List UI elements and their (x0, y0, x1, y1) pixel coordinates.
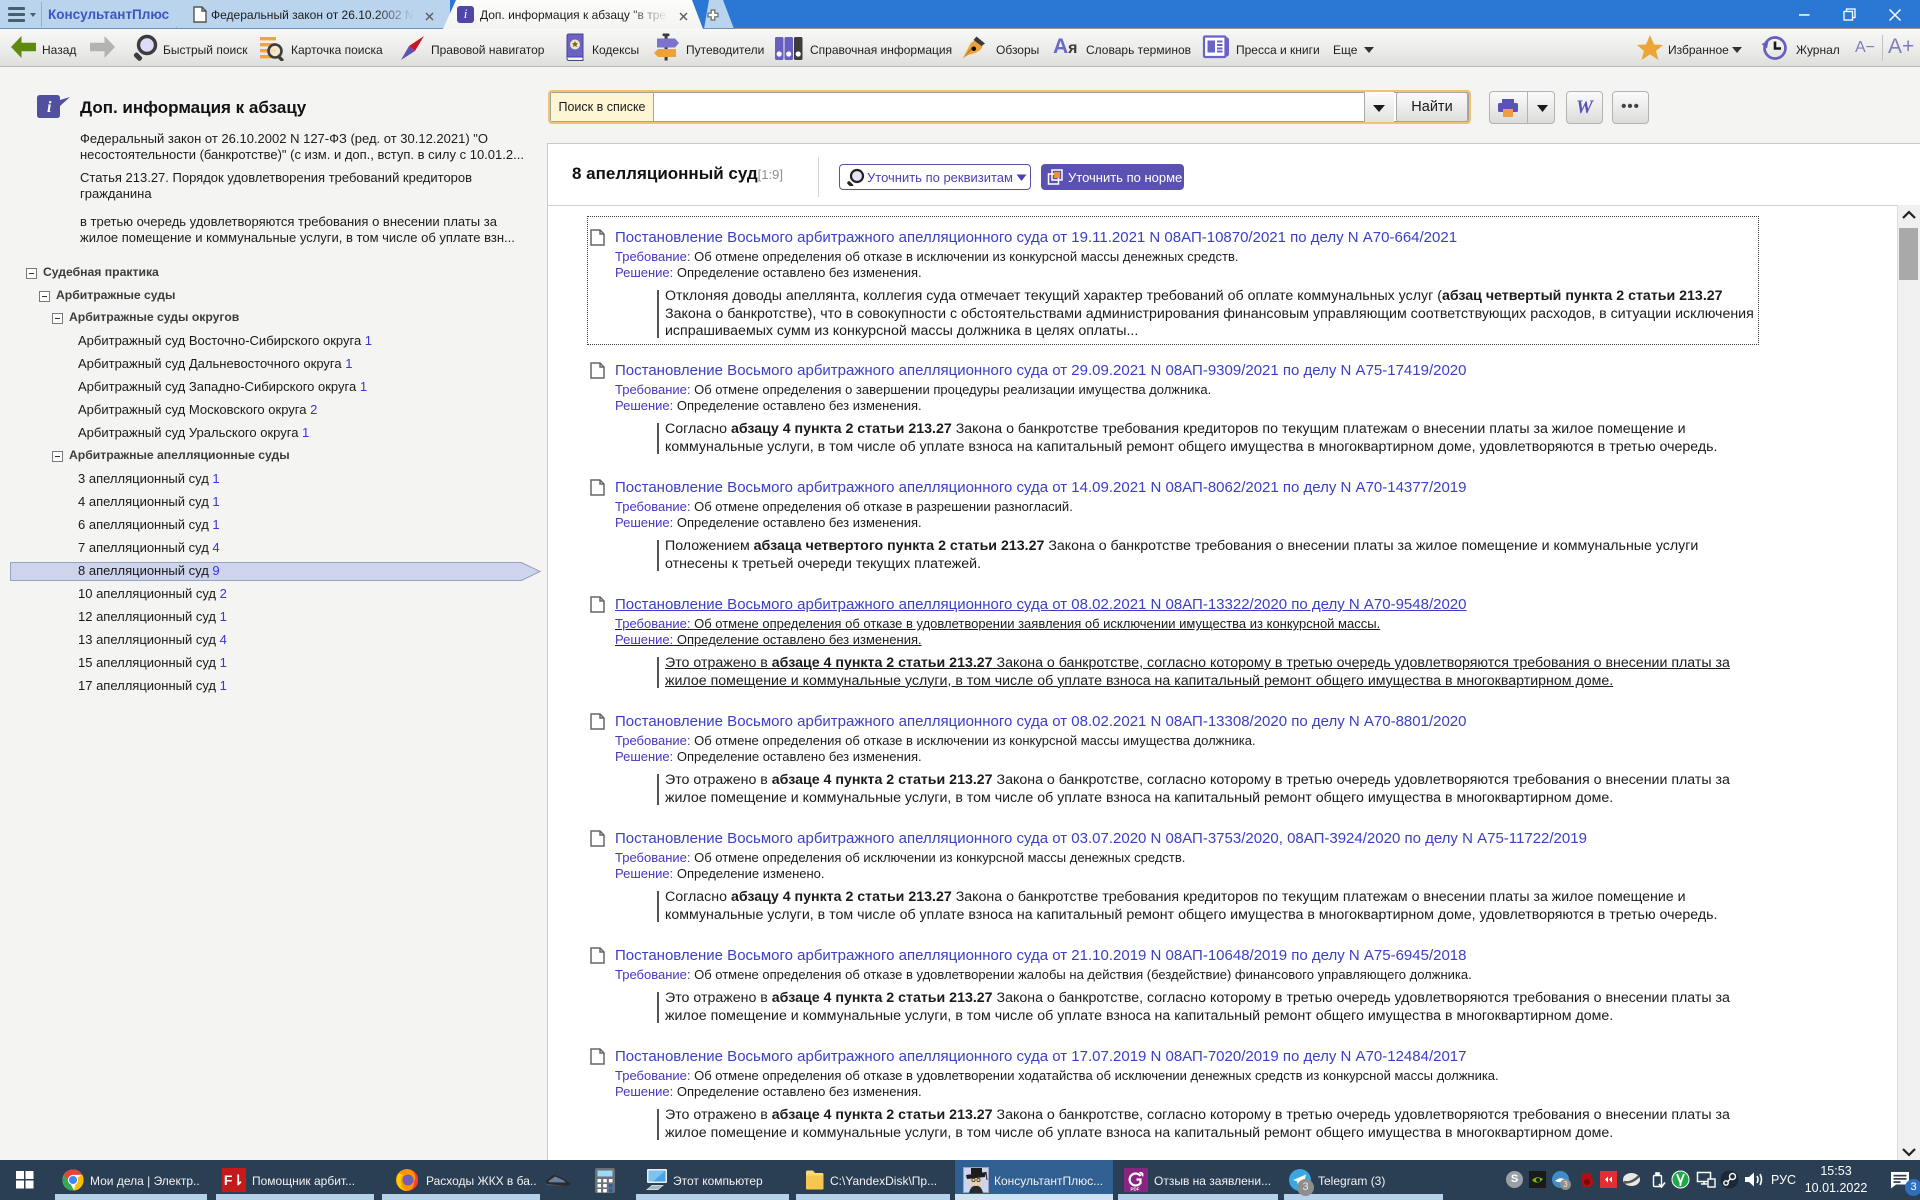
svg-text:i: i (47, 99, 52, 116)
svg-text:PDF: PDF (1131, 1187, 1140, 1192)
